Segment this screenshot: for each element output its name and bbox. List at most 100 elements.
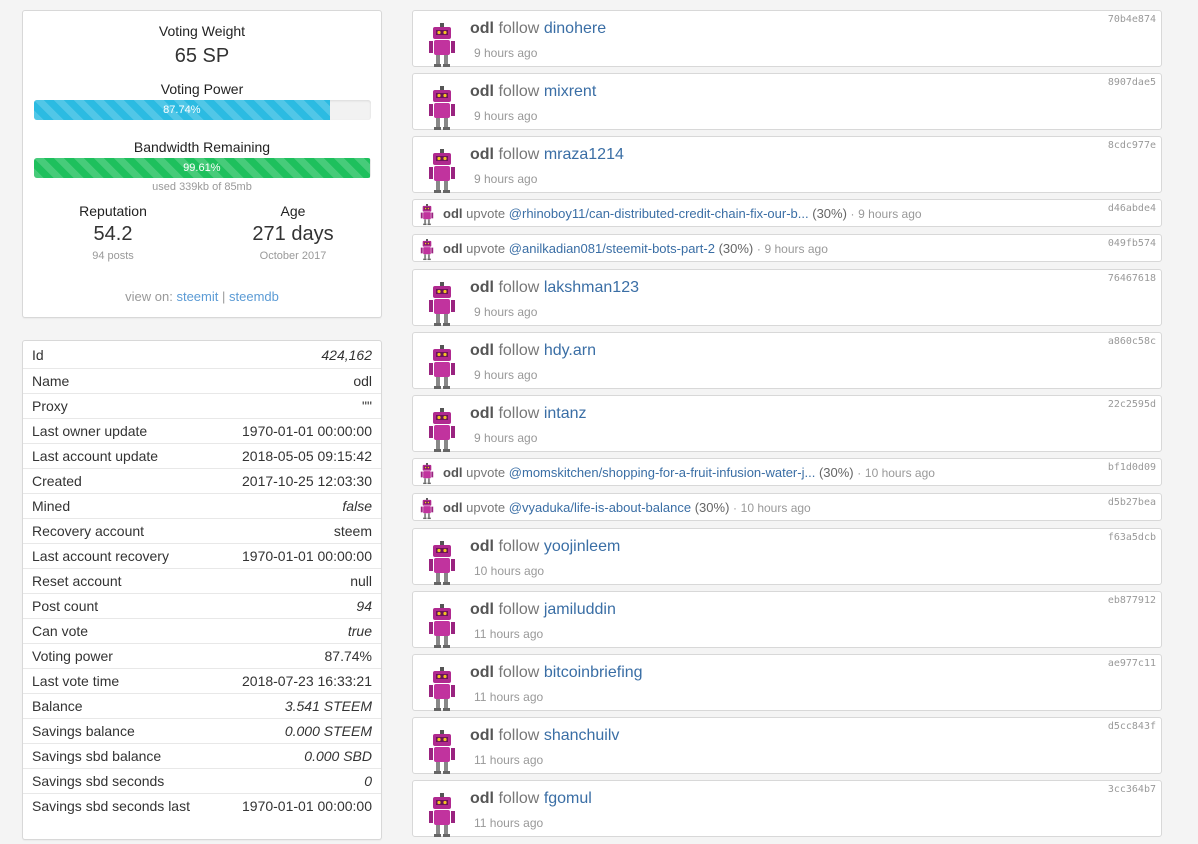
- action-label: follow: [498, 538, 540, 555]
- actor-link[interactable]: odl: [470, 20, 494, 37]
- tx-hash[interactable]: d5b27bea: [1108, 497, 1156, 508]
- reputation-posts: 94 posts: [92, 250, 134, 262]
- target-link[interactable]: bitcoinbriefing: [544, 664, 643, 681]
- post-link[interactable]: @vyaduka/life-is-about-balance: [509, 500, 691, 515]
- tx-hash[interactable]: a860c58c: [1108, 336, 1156, 347]
- tx-hash[interactable]: 3cc364b7: [1108, 784, 1156, 795]
- actor-link[interactable]: odl: [470, 664, 494, 681]
- target-link[interactable]: lakshman123: [544, 279, 639, 296]
- timestamp: 11 hours ago: [474, 627, 544, 641]
- feed-item-upvote: bf1d0d09 odl upvote @momskitchen/shopping…: [412, 458, 1162, 486]
- tx-hash[interactable]: f63a5dcb: [1108, 532, 1156, 543]
- robot-avatar-icon[interactable]: [427, 730, 457, 776]
- target-link[interactable]: fgomul: [544, 790, 592, 807]
- property-key: Id: [32, 347, 44, 363]
- robot-avatar-icon[interactable]: [427, 541, 457, 587]
- target-link[interactable]: mixrent: [544, 83, 596, 100]
- voting-power-bar: 87.74%: [34, 100, 371, 120]
- post-link[interactable]: @momskitchen/shopping-for-a-fruit-infusi…: [509, 465, 816, 480]
- action-label: follow: [498, 790, 540, 807]
- timestamp: 11 hours ago: [474, 690, 544, 704]
- actor-link[interactable]: odl: [470, 790, 494, 807]
- target-link[interactable]: mraza1214: [544, 146, 624, 163]
- robot-avatar-icon[interactable]: [419, 498, 435, 520]
- property-row: Name odl: [23, 368, 381, 393]
- target-link[interactable]: shanchuilv: [544, 727, 620, 744]
- actor-link[interactable]: odl: [470, 405, 494, 422]
- actor-link[interactable]: odl: [470, 342, 494, 359]
- actor-link[interactable]: odl: [443, 465, 463, 480]
- robot-avatar-icon[interactable]: [427, 149, 457, 195]
- property-key: Reset account: [32, 573, 122, 589]
- property-key: Voting power: [32, 648, 113, 664]
- actor-link[interactable]: odl: [443, 500, 463, 515]
- property-row: Mined false: [23, 493, 381, 518]
- tx-hash[interactable]: d46abde4: [1108, 203, 1156, 214]
- robot-avatar-icon[interactable]: [427, 667, 457, 713]
- target-link[interactable]: yoojinleem: [544, 538, 620, 555]
- tx-hash[interactable]: 70b4e874: [1108, 14, 1156, 25]
- timestamp: 9 hours ago: [858, 207, 922, 221]
- reputation-value: 54.2: [93, 223, 133, 245]
- robot-avatar-icon[interactable]: [419, 204, 435, 226]
- timestamp: 9 hours ago: [474, 109, 538, 123]
- tx-hash[interactable]: eb877912: [1108, 595, 1156, 606]
- feed-item-text: odl follow mraza1214: [470, 146, 624, 164]
- property-value: false: [342, 498, 372, 514]
- robot-avatar-icon[interactable]: [427, 345, 457, 391]
- timestamp: 9 hours ago: [474, 305, 538, 319]
- target-link[interactable]: jamiluddin: [544, 601, 616, 618]
- robot-avatar-icon[interactable]: [427, 408, 457, 454]
- actor-link[interactable]: odl: [470, 601, 494, 618]
- reputation-label: Reputation: [79, 203, 147, 219]
- steemdb-link[interactable]: steemdb: [229, 289, 279, 304]
- tx-hash[interactable]: bf1d0d09: [1108, 462, 1156, 473]
- tx-hash[interactable]: 22c2595d: [1108, 399, 1156, 410]
- tx-hash[interactable]: d5cc843f: [1108, 721, 1156, 732]
- target-link[interactable]: hdy.arn: [544, 342, 596, 359]
- separator-dot: ·: [857, 466, 862, 480]
- robot-avatar-icon[interactable]: [427, 793, 457, 839]
- actor-link[interactable]: odl: [470, 146, 494, 163]
- post-link[interactable]: @rhinoboy11/can-distributed-credit-chain…: [509, 206, 809, 221]
- property-row: Savings sbd seconds last 1970-01-01 00:00…: [23, 793, 381, 818]
- action-label: upvote: [466, 241, 506, 256]
- tx-hash[interactable]: 76467618: [1108, 273, 1156, 284]
- property-value: 1970-01-01 00:00:00: [242, 548, 372, 564]
- timestamp: 9 hours ago: [474, 431, 538, 445]
- property-value: 424,162: [321, 347, 372, 363]
- feed-item-follow: 8907dae5 odl follow mixrent 9 hours ago: [412, 73, 1162, 130]
- vote-weight: (30%): [812, 206, 847, 221]
- actor-link[interactable]: odl: [443, 241, 463, 256]
- post-link[interactable]: @anilkadian081/steemit-bots-part-2: [509, 241, 715, 256]
- action-label: upvote: [466, 465, 506, 480]
- target-link[interactable]: dinohere: [544, 20, 606, 37]
- robot-avatar-icon[interactable]: [419, 463, 435, 485]
- tx-hash[interactable]: ae977c11: [1108, 658, 1156, 669]
- robot-avatar-icon[interactable]: [427, 282, 457, 328]
- voting-weight-label: Voting Weight: [158, 23, 246, 39]
- property-row: Last account recovery 1970-01-01 00:00:00: [23, 543, 381, 568]
- tx-hash[interactable]: 8907dae5: [1108, 77, 1156, 88]
- robot-avatar-icon[interactable]: [419, 239, 435, 261]
- actor-link[interactable]: odl: [470, 538, 494, 555]
- target-link[interactable]: intanz: [544, 405, 587, 422]
- actor-link[interactable]: odl: [470, 83, 494, 100]
- feed-item-follow: 76467618 odl follow lakshman123 9 hours ag…: [412, 269, 1162, 326]
- property-key: Savings sbd seconds last: [32, 798, 190, 814]
- tx-hash[interactable]: 8cdc977e: [1108, 140, 1156, 151]
- actor-link[interactable]: odl: [470, 279, 494, 296]
- robot-avatar-icon[interactable]: [427, 86, 457, 132]
- property-key: Name: [32, 373, 70, 389]
- actor-link[interactable]: odl: [443, 206, 463, 221]
- feed-item-follow: d5cc843f odl follow shanchuilv 11 hours ag…: [412, 717, 1162, 774]
- robot-avatar-icon[interactable]: [427, 23, 457, 69]
- steemit-link[interactable]: steemit: [176, 289, 218, 304]
- actor-link[interactable]: odl: [470, 727, 494, 744]
- feed-item-follow: f63a5dcb odl follow yoojinleem 10 hours ag…: [412, 528, 1162, 585]
- timestamp: 11 hours ago: [474, 816, 544, 830]
- feed-item-upvote: d5b27bea odl upvote @vyaduka/life-is-abou…: [412, 493, 1162, 521]
- tx-hash[interactable]: 049fb574: [1108, 238, 1156, 249]
- property-value: 0.000 STEEM: [284, 723, 372, 739]
- robot-avatar-icon[interactable]: [427, 604, 457, 650]
